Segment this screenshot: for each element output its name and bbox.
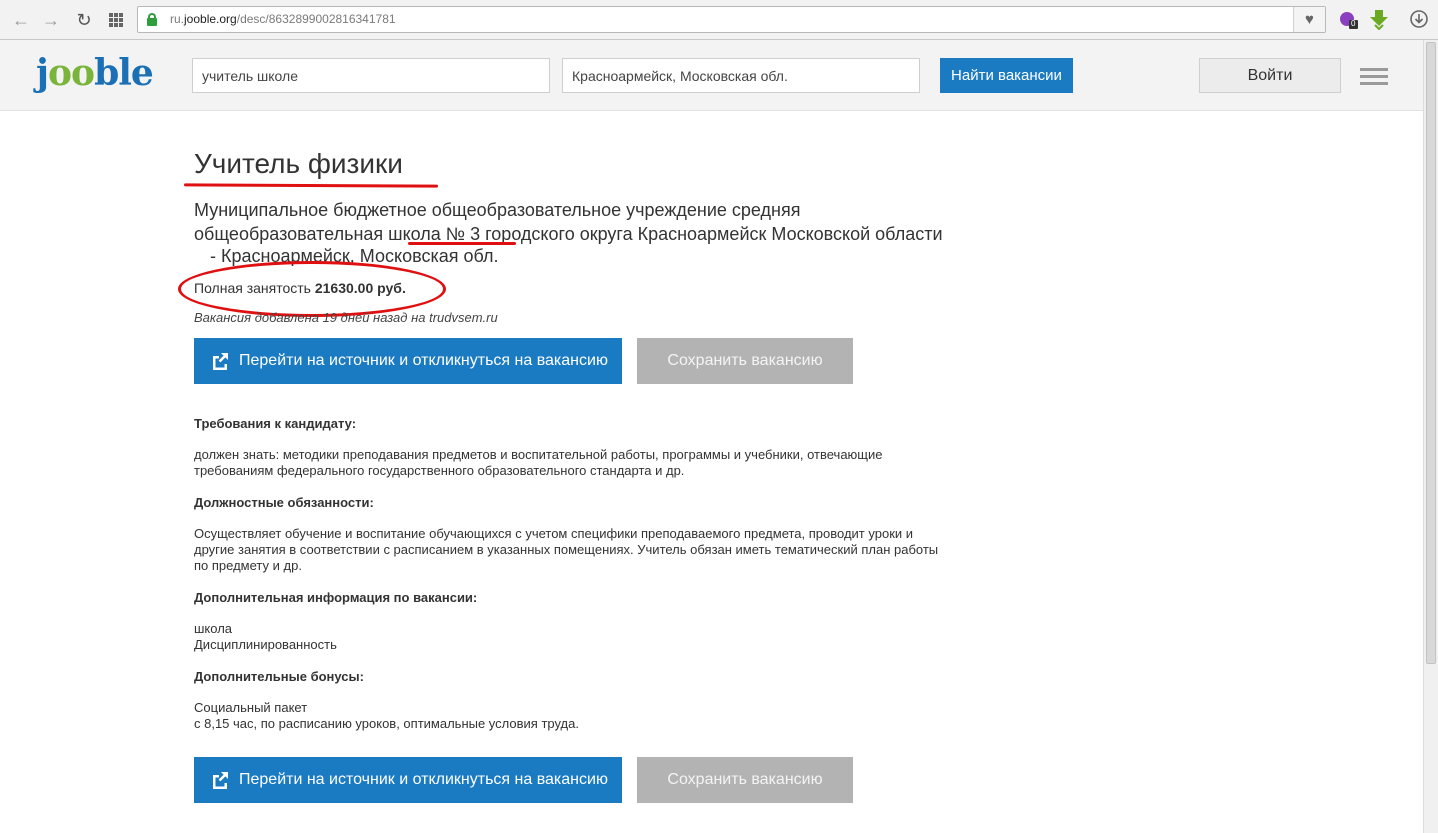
url-text[interactable]: ru.jooble.org/desc/8632899002816341781 bbox=[170, 12, 396, 26]
school-annotation-underline bbox=[408, 242, 516, 245]
bonuses-heading: Дополнительные бонусы: bbox=[194, 669, 364, 684]
company-name: Муниципальное бюджетное общеобразователь… bbox=[194, 200, 943, 244]
hamburger-menu-icon[interactable] bbox=[1360, 68, 1388, 86]
apply-button-label: Перейти на источник и откликнуться на ва… bbox=[239, 352, 608, 369]
download-circle-icon[interactable] bbox=[1408, 8, 1430, 30]
job-title: Учитель физики bbox=[194, 148, 403, 179]
forward-arrow-icon[interactable]: → bbox=[40, 9, 62, 31]
find-jobs-button[interactable]: Найти вакансии bbox=[940, 58, 1073, 93]
apply-button-bottom[interactable]: Перейти на источник и откликнуться на ва… bbox=[194, 757, 622, 803]
scrollbar-thumb[interactable] bbox=[1426, 42, 1436, 664]
salary-annotation-circle bbox=[178, 261, 446, 317]
apply-button-label: Перейти на источник и откликнуться на ва… bbox=[239, 771, 608, 788]
login-button[interactable]: Войти bbox=[1199, 58, 1341, 93]
jooble-logo[interactable]: jooble bbox=[36, 52, 154, 94]
additional-info-heading: Дополнительная информация по вакансии: bbox=[194, 590, 478, 605]
browser-toolbar: ← → ↻ ru.jooble.org/desc/863289900281634… bbox=[0, 0, 1438, 40]
requirements-text: должен знать: методики преподавания пред… bbox=[194, 447, 883, 478]
site-header: jooble учитель школе Красноармейск, Моск… bbox=[0, 40, 1423, 111]
external-link-icon bbox=[213, 353, 228, 370]
posted-info: Вакансия добавлена 19 дней назад на trud… bbox=[194, 310, 498, 325]
apply-button[interactable]: Перейти на источник и откликнуться на ва… bbox=[194, 338, 622, 384]
extension-icon[interactable]: 0 bbox=[1338, 8, 1360, 30]
page-scrollbar[interactable] bbox=[1423, 40, 1438, 833]
additional-info-text: школа Дисциплинированность bbox=[194, 621, 337, 652]
external-link-icon bbox=[213, 772, 228, 789]
save-vacancy-button-bottom[interactable]: Сохранить вакансию bbox=[637, 757, 853, 803]
search-location-input[interactable]: Красноармейск, Московская обл. bbox=[562, 58, 920, 93]
title-annotation-underline bbox=[183, 183, 439, 188]
reload-icon[interactable]: ↻ bbox=[73, 9, 95, 31]
heart-icon[interactable]: ♥ bbox=[1293, 7, 1325, 32]
address-bar[interactable]: ru.jooble.org/desc/8632899002816341781 ♥ bbox=[137, 6, 1326, 33]
extension-badge: 0 bbox=[1351, 19, 1356, 28]
school-number: школа № 3 bbox=[388, 224, 481, 244]
save-vacancy-button[interactable]: Сохранить вакансию bbox=[637, 338, 853, 384]
duties-heading: Должностные обязанности: bbox=[194, 495, 374, 510]
duties-text: Осуществляет обучение и воспитание обуча… bbox=[194, 526, 939, 573]
lock-icon bbox=[147, 13, 157, 26]
download-arrow-icon[interactable] bbox=[1368, 8, 1390, 31]
back-arrow-icon[interactable]: ← bbox=[10, 9, 32, 31]
apps-grid-icon[interactable] bbox=[105, 9, 127, 31]
search-keyword-input[interactable]: учитель школе bbox=[192, 58, 550, 93]
requirements-heading: Требования к кандидату: bbox=[194, 416, 357, 431]
bonuses-text: Социальный пакет с 8,15 час, по расписани… bbox=[194, 700, 579, 731]
